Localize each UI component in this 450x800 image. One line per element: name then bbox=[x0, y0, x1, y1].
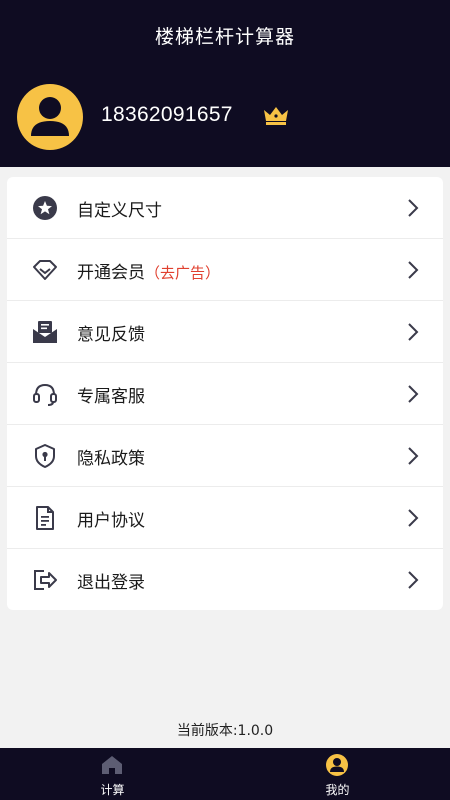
menu-item-label: 专属客服 bbox=[77, 387, 145, 407]
menu-item-label: 退出登录 bbox=[77, 573, 145, 593]
app-version: 当前版本:1.0.0 bbox=[176, 723, 274, 739]
tab-mine[interactable]: 我的 bbox=[225, 748, 450, 800]
remove-ads-note: （去广告） bbox=[145, 264, 221, 282]
user-avatar-icon bbox=[31, 97, 69, 136]
tab-label: 我的 bbox=[325, 783, 350, 797]
bottom-tab-bar: 计算 我的 bbox=[0, 748, 450, 800]
mail-feedback-icon bbox=[33, 321, 57, 343]
chevron-right-icon bbox=[408, 261, 419, 279]
page-title: 楼梯栏杆计算器 bbox=[154, 26, 295, 48]
chevron-right-icon bbox=[408, 385, 419, 403]
chevron-right-icon bbox=[408, 199, 419, 217]
diamond-icon bbox=[33, 260, 57, 280]
star-badge-icon bbox=[33, 196, 57, 220]
chevron-right-icon bbox=[408, 323, 419, 341]
menu-item-customer-service[interactable]: 专属客服 bbox=[7, 363, 443, 425]
chevron-right-icon bbox=[408, 509, 419, 527]
menu-item-privacy-policy[interactable]: 隐私政策 bbox=[7, 425, 443, 487]
menu-item-label: 自定义尺寸 bbox=[77, 201, 162, 221]
menu-item-logout[interactable]: 退出登录 bbox=[7, 549, 443, 611]
menu-item-custom-size[interactable]: 自定义尺寸 bbox=[7, 177, 443, 239]
menu-item-label: 意见反馈 bbox=[77, 325, 145, 345]
menu-item-label: 隐私政策 bbox=[77, 449, 145, 469]
tab-label: 计算 bbox=[100, 783, 125, 797]
chevron-right-icon bbox=[408, 571, 419, 589]
logout-icon bbox=[34, 570, 57, 590]
chevron-right-icon bbox=[408, 447, 419, 465]
document-icon bbox=[36, 506, 54, 530]
menu-item-feedback[interactable]: 意见反馈 bbox=[7, 301, 443, 363]
profile-header: 楼梯栏杆计算器 18362091657 bbox=[0, 0, 450, 167]
tab-calculate[interactable]: 计算 bbox=[0, 748, 225, 800]
menu-item-user-agreement[interactable]: 用户协议 bbox=[7, 487, 443, 549]
menu-card: 自定义尺寸 开通会员（去广告） 意见反馈 专属客服 隐私政策 用户协议 退出登录 bbox=[7, 177, 443, 610]
crown-icon bbox=[264, 107, 288, 125]
headset-icon bbox=[33, 383, 57, 406]
menu-item-vip[interactable]: 开通会员（去广告） bbox=[7, 239, 443, 301]
menu-item-label: 开通会员（去广告） bbox=[77, 263, 221, 283]
user-phone: 18362091657 bbox=[101, 103, 233, 126]
menu-item-label: 用户协议 bbox=[77, 511, 145, 531]
avatar[interactable] bbox=[17, 84, 83, 150]
user-icon bbox=[326, 754, 348, 776]
shield-lock-icon bbox=[35, 444, 55, 468]
home-icon bbox=[102, 756, 122, 774]
